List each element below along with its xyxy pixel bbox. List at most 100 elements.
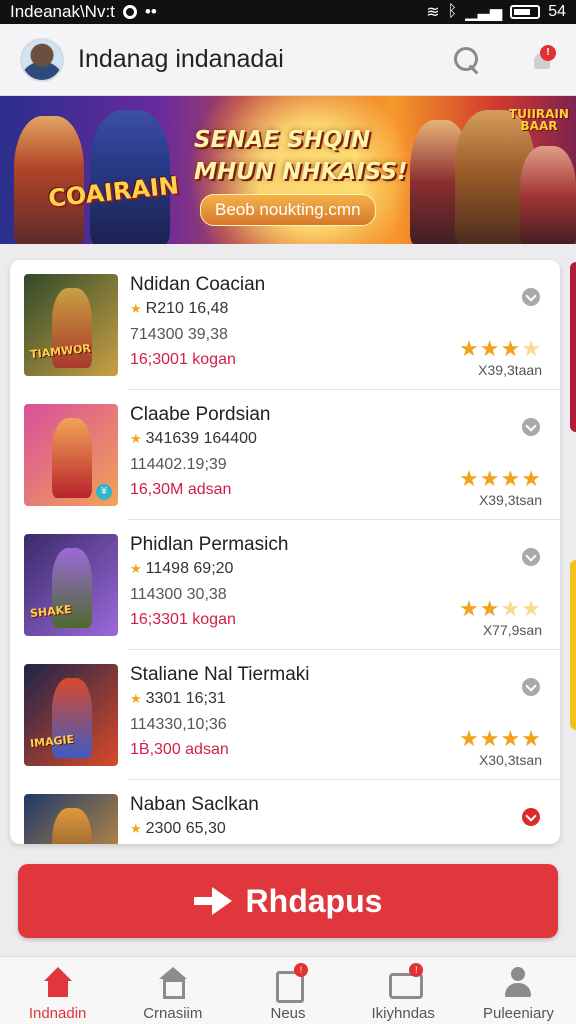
star-icon: ★ bbox=[521, 336, 542, 361]
banner-link-pill[interactable]: Beob noukting.cmn bbox=[200, 194, 376, 226]
star-icon: ★ bbox=[130, 561, 142, 576]
record-icon bbox=[122, 5, 137, 19]
promo-banner[interactable]: COAIRAIN SENAE SHQIN MHUN NHKAISS! Beob … bbox=[0, 96, 576, 244]
nav-label: Indnadin bbox=[28, 1005, 87, 1022]
list-item[interactable]: TIAMWOR Ndidan Coacian ★ R210 16,48 714300 3… bbox=[10, 260, 560, 390]
nav-item-news[interactable]: ! Neus bbox=[230, 957, 345, 1024]
news-icon: ! bbox=[272, 963, 308, 1003]
banner-headline-line2: MHUN NHKAISS! bbox=[194, 159, 408, 185]
item-review-count: X77,9san bbox=[482, 622, 542, 638]
arrow-right-icon bbox=[193, 887, 232, 915]
notification-bell-icon[interactable]: ! bbox=[530, 44, 556, 75]
status-bar: Indeanak\Nv:t •• ≋ ᛒ ▁▃▅ 54 bbox=[0, 0, 576, 24]
banner-game-logo-right: TUIIRAIN BAAR bbox=[509, 107, 569, 133]
rating-stars: ★★★★ bbox=[459, 596, 542, 622]
list-item[interactable]: ¥ Claabe Pordsian ★ 341639 164400 114402.19;… bbox=[10, 390, 560, 520]
list-item[interactable]: Naban Saclkan ★ 2300 65,30 bbox=[10, 780, 560, 844]
star-icon: ★ bbox=[500, 596, 522, 621]
nav-label: Neus bbox=[270, 1005, 306, 1022]
item-rating-line: ★ R210 16,48 bbox=[130, 300, 228, 318]
star-icon: ★ bbox=[459, 336, 480, 361]
user-icon bbox=[502, 967, 534, 999]
nav-item-message[interactable]: ! Ikiyhndas bbox=[346, 957, 461, 1024]
item-review-count: X39,3taan bbox=[478, 362, 542, 378]
bottom-navigation: Indnadin Crnasiim! Neus! Ikiyhndas Puleeniar… bbox=[0, 956, 576, 1024]
star-icon: ★ bbox=[459, 466, 480, 491]
star-icon: ★ bbox=[130, 821, 142, 836]
star-icon: ★ bbox=[500, 466, 522, 491]
nav-label: Ikiyhndas bbox=[371, 1005, 435, 1022]
star-icon: ★ bbox=[500, 336, 522, 361]
item-status-icon[interactable] bbox=[522, 418, 540, 436]
item-rating-line: ★ 11498 69;20 bbox=[130, 560, 233, 578]
message-icon: ! bbox=[387, 963, 424, 999]
more-dots-icon: •• bbox=[144, 2, 157, 21]
adjacent-card-edge[interactable] bbox=[570, 262, 576, 432]
star-icon: ★ bbox=[521, 726, 542, 751]
star-icon: ★ bbox=[500, 726, 522, 751]
game-thumbnail[interactable] bbox=[24, 794, 118, 844]
status-carrier-text: Indeanak\Nv:t bbox=[10, 2, 115, 21]
nav-item-store[interactable]: Crnasiim bbox=[115, 957, 230, 1024]
item-title: Ndidan Coacian bbox=[130, 274, 266, 295]
item-rating-line: ★ 341639 164400 bbox=[130, 430, 257, 448]
adjacent-card-edge[interactable] bbox=[570, 560, 576, 730]
star-icon: ★ bbox=[521, 596, 542, 621]
item-title: Staliane Nal Tiermaki bbox=[130, 664, 310, 685]
item-title: Phidlan Permasich bbox=[130, 534, 289, 555]
game-thumbnail[interactable]: IMAGIE bbox=[24, 664, 118, 766]
game-thumbnail[interactable]: ¥ bbox=[24, 404, 118, 506]
app-header: Indanag indanadai ! bbox=[0, 24, 576, 96]
item-status-icon[interactable] bbox=[522, 548, 540, 566]
star-icon: ★ bbox=[130, 691, 142, 706]
banner-headline-line1: SENAE SHQIN bbox=[194, 127, 371, 153]
star-icon: ★ bbox=[130, 431, 142, 446]
item-title: Claabe Pordsian bbox=[130, 404, 271, 425]
item-rating-text: R210 16,48 bbox=[145, 300, 229, 317]
thumbnail-hero-figure bbox=[52, 418, 92, 498]
star-icon: ★ bbox=[459, 726, 480, 751]
item-price: 16,30M adsan bbox=[130, 481, 232, 498]
list-item[interactable]: IMAGIE Staliane Nal Tiermaki ★ 3301 16;31 11… bbox=[10, 650, 560, 780]
item-status-icon[interactable] bbox=[522, 808, 540, 826]
star-icon: ★ bbox=[521, 466, 542, 491]
battery-icon bbox=[510, 5, 541, 19]
item-rating-text: 2300 65,30 bbox=[145, 820, 226, 837]
item-review-count: X39,3tsan bbox=[478, 492, 542, 508]
banner-hero-figure bbox=[14, 116, 84, 244]
search-icon[interactable] bbox=[452, 45, 482, 75]
notification-badge: ! bbox=[540, 44, 556, 61]
avatar[interactable] bbox=[20, 37, 64, 82]
star-icon: ★ bbox=[479, 336, 501, 361]
thumbnail-badge-icon: ¥ bbox=[96, 484, 112, 500]
star-icon: ★ bbox=[479, 466, 501, 491]
item-status-icon[interactable] bbox=[522, 678, 540, 696]
nav-item-home[interactable]: Indnadin bbox=[0, 957, 115, 1024]
page-title: Indanag indanadai bbox=[78, 45, 284, 73]
nav-label: Puleeniary bbox=[482, 1005, 554, 1022]
item-review-count: X30,3tsan bbox=[478, 752, 542, 768]
game-thumbnail[interactable]: SHAKE bbox=[24, 534, 118, 636]
item-rating-line: ★ 3301 16;31 bbox=[130, 690, 226, 708]
rating-stars: ★★★★ bbox=[459, 336, 542, 362]
primary-action-button[interactable]: Rhdapus bbox=[18, 864, 558, 938]
item-rating-text: 11498 69;20 bbox=[145, 560, 234, 577]
star-icon: ★ bbox=[479, 596, 501, 621]
game-thumbnail[interactable]: TIAMWOR bbox=[24, 274, 118, 376]
item-rating-text: 341639 164400 bbox=[145, 430, 257, 447]
item-price: 16;3301 kogan bbox=[130, 611, 236, 628]
signal-icon: ▁▃▅ bbox=[465, 4, 503, 21]
item-detail-line: 114300 30,38 bbox=[130, 586, 227, 603]
item-title: Naban Saclkan bbox=[130, 794, 259, 815]
item-status-icon[interactable] bbox=[522, 288, 540, 306]
bluetooth-icon: ᛒ bbox=[447, 3, 458, 20]
nav-badge: ! bbox=[294, 963, 308, 977]
star-icon: ★ bbox=[479, 726, 501, 751]
list-item[interactable]: SHAKE Phidlan Permasich ★ 11498 69;20 114300… bbox=[10, 520, 560, 650]
home-icon bbox=[42, 967, 74, 999]
nav-item-user[interactable]: Puleeniary bbox=[461, 957, 576, 1024]
item-detail-line: 114402.19;39 bbox=[130, 456, 227, 473]
wifi-icon: ≋ bbox=[426, 4, 440, 21]
item-rating-text: 3301 16;31 bbox=[145, 690, 226, 707]
nav-badge: ! bbox=[409, 963, 424, 977]
